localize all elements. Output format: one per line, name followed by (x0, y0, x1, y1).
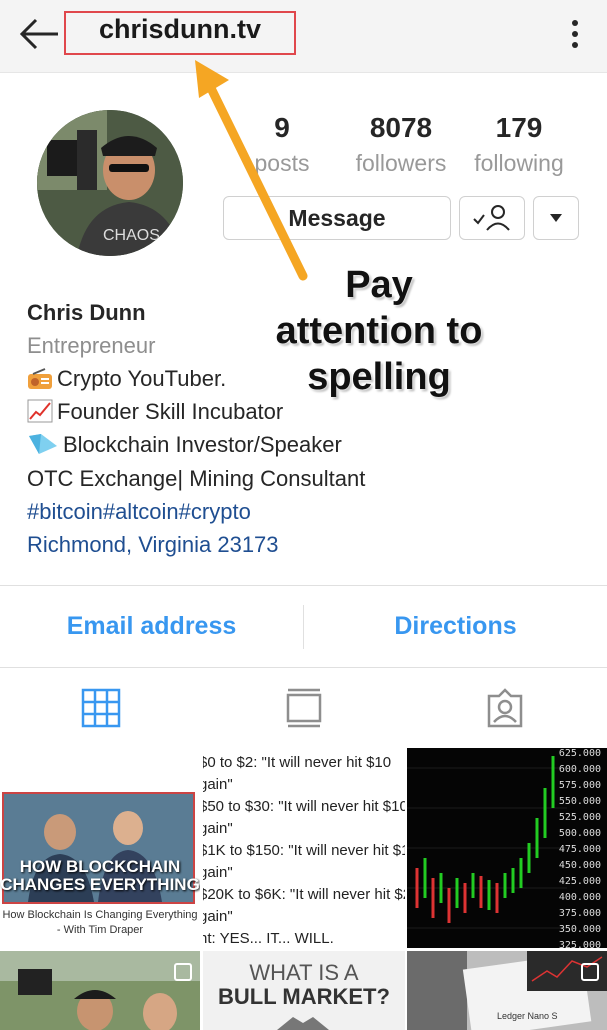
suggestions-dropdown-button[interactable] (533, 196, 579, 240)
quote-line: $20K to $6K: "It will never hit $20k (203, 886, 405, 903)
bio-category: Entrepreneur (27, 333, 156, 358)
post-image-label: Ledger Nano S (497, 1011, 558, 1021)
multiple-photos-icon (581, 963, 599, 981)
quote-line: gain" (203, 908, 233, 925)
grid-icon[interactable] (81, 688, 121, 728)
following-button[interactable] (459, 196, 525, 240)
svg-text:CHAOS: CHAOS (103, 227, 160, 244)
radio-icon (27, 368, 53, 396)
post-thumbnail[interactable]: WHAT IS A BULL MARKET? (203, 951, 405, 1030)
post-thumbnail[interactable] (0, 951, 200, 1030)
diamond-icon (27, 432, 59, 462)
arrow-left-icon[interactable] (16, 14, 64, 54)
bio-location[interactable]: Richmond, Virginia 23173 (27, 532, 279, 558)
price-label: 450.000 (558, 860, 601, 871)
post-thumbnail[interactable]: HOW BLOCKCHAIN CHANGES EVERYTHING How Bl… (0, 748, 200, 948)
post-caption: How Blockchain Is Changing Everything - … (0, 908, 200, 938)
bio-hashtags[interactable]: #bitcoin#altcoin#crypto (27, 499, 251, 525)
divider (0, 585, 607, 586)
post-thumbnail[interactable]: Ledger Nano S (407, 951, 607, 1030)
email-address-button[interactable]: Email address (0, 612, 303, 641)
price-label: 350.000 (558, 924, 601, 935)
annotation-line-2: attention to (275, 310, 483, 352)
quote-line: $0 to $2: "It will never hit $10 (203, 754, 392, 771)
following-check-icon (473, 205, 510, 231)
post-thumbnail[interactable]: 625.000 600.000 575.000 550.000 525.000 … (407, 748, 607, 948)
post-title-line-1: WHAT IS A (249, 960, 359, 985)
quote-line: $1K to $150: "It will never hit $1K (203, 842, 405, 859)
following-stat[interactable]: 179 following (459, 112, 579, 177)
price-label: 475.000 (558, 844, 601, 855)
price-label: 625.000 (558, 748, 601, 759)
bio-line-blockchain: Blockchain Investor/Speaker (27, 432, 342, 462)
annotation-line-3: spelling (307, 356, 451, 398)
post-thumbnail[interactable]: $0 to $2: "It will never hit $10 gain" $… (203, 748, 405, 948)
chart-increasing-icon (27, 399, 53, 429)
price-label: 325.000 (558, 940, 601, 948)
followers-stat[interactable]: 8078 followers (341, 112, 461, 177)
bio-line-1-text: Crypto YouTuber. (57, 366, 227, 391)
directions-button[interactable]: Directions (304, 612, 607, 641)
price-label: 500.000 (558, 828, 601, 839)
bio-name: Chris Dunn (27, 300, 146, 325)
post-image (0, 951, 200, 1030)
profile-username: chrisdunn.tv (98, 14, 261, 44)
price-label: 400.000 (558, 892, 601, 903)
post-caption-line: How Blockchain Is Changing Everything (2, 909, 198, 921)
annotation-arrow (195, 60, 308, 281)
tagged-icon[interactable] (485, 688, 525, 728)
price-label: 600.000 (558, 764, 601, 775)
post-headline-line: CHANGES EVERYTHING (0, 875, 200, 894)
followers-count: 8078 (369, 112, 433, 143)
bio-line-otc: OTC Exchange| Mining Consultant (27, 466, 366, 491)
divider (0, 667, 607, 668)
post-headline: HOW BLOCKCHAIN CHANGES EVERYTHING (0, 858, 200, 894)
quote-line: $50 to $30: "It will never hit $100 (203, 798, 405, 815)
quote-line: gain" (203, 776, 233, 793)
post-caption-line: - With Tim Draper (56, 924, 144, 936)
bio-line-youtuber: Crypto YouTuber. (27, 366, 226, 396)
feed-icon[interactable] (284, 688, 324, 728)
bio-line-3-text: Blockchain Investor/Speaker (63, 432, 342, 457)
price-label: 550.000 (558, 796, 601, 807)
followers-label: followers (355, 150, 447, 176)
quote-line: gain" (203, 864, 233, 881)
annotation-text: Pay attention to spelling (248, 262, 510, 400)
quote-line: gain" (203, 820, 233, 837)
more-vertical-icon[interactable] (562, 16, 588, 52)
price-label: 425.000 (558, 876, 601, 887)
post-headline-line: HOW BLOCKCHAIN (19, 857, 181, 876)
multiple-photos-icon (174, 963, 192, 981)
caret-down-icon (550, 214, 562, 222)
following-count: 179 (495, 112, 543, 143)
price-label: 525.000 (558, 812, 601, 823)
annotation-line-1: Pay (345, 264, 413, 306)
bio-line-2-text: Founder Skill Incubator (57, 399, 284, 424)
quote-line: nt: YES... IT... WILL. (203, 930, 334, 947)
avatar[interactable]: CHAOS (37, 110, 183, 256)
following-label: following (474, 150, 564, 176)
bio-line-founder: Founder Skill Incubator (27, 399, 283, 429)
price-label: 575.000 (558, 780, 601, 791)
bull-icon (277, 1017, 329, 1030)
post-title-line-2: BULL MARKET? (218, 984, 390, 1009)
price-label: 375.000 (558, 908, 601, 919)
